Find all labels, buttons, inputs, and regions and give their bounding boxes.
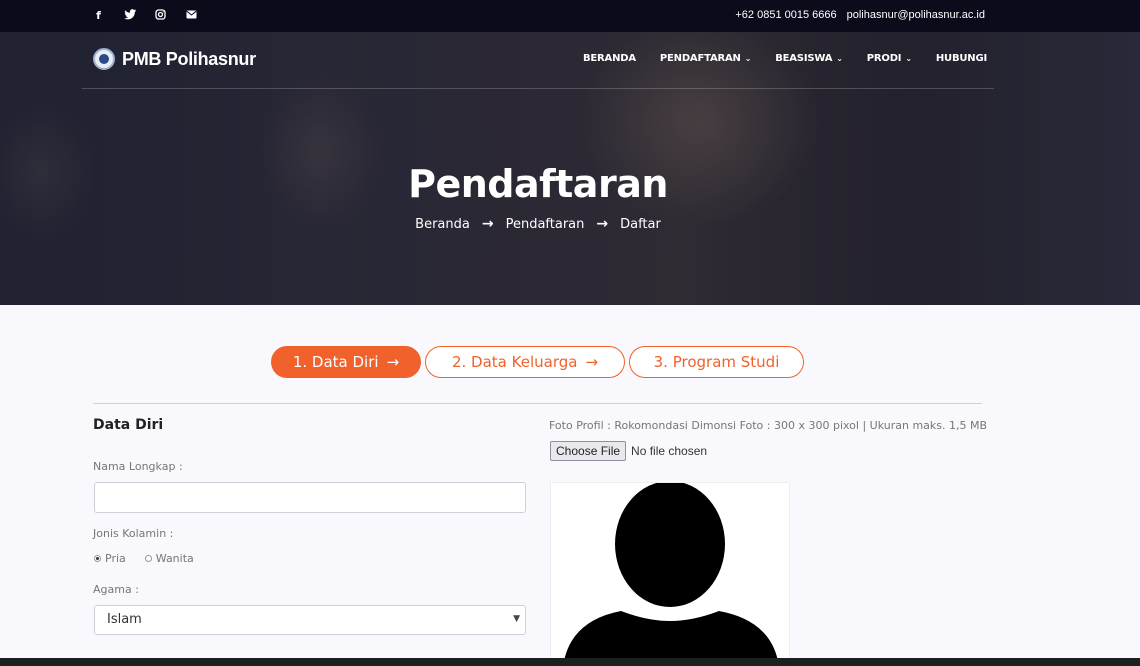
chevron-down-icon: ⌄ xyxy=(905,54,912,63)
radio-wanita[interactable]: Wanita xyxy=(144,552,194,565)
page-title: Pendaftaran xyxy=(408,162,668,206)
gender-radio-group: Pria Wanita xyxy=(94,552,194,565)
radio-button[interactable] xyxy=(144,555,152,562)
nav-item-label: PENDAFTARAN xyxy=(659,53,741,64)
agama-label: Agama : xyxy=(93,583,139,596)
top-bar: f +62 0851 0015 6666 polihasnur@polihasn… xyxy=(0,0,1140,33)
envelope-icon[interactable] xyxy=(185,9,198,22)
nav-item-beasiswa[interactable]: BEASISWA ⌄ xyxy=(775,53,843,64)
facebook-icon[interactable]: f xyxy=(92,9,105,22)
nav-item-beranda[interactable]: BERANDA xyxy=(583,53,636,64)
nav-item-prodi[interactable]: PRODI ⌄ xyxy=(867,53,912,64)
agama-select[interactable]: Islam ▼ xyxy=(94,605,526,635)
bottom-bar xyxy=(0,658,1140,666)
caret-down-icon: ▼ xyxy=(513,614,520,624)
profile-photo-preview xyxy=(550,482,790,666)
brand[interactable]: PMB Polihasnur xyxy=(93,48,256,70)
radio-label: Pria xyxy=(105,552,126,565)
breadcrumb: Beranda → Pendaftaran → Daftar xyxy=(0,216,1076,232)
arrow-right-icon: → xyxy=(585,353,599,371)
contact-info: +62 0851 0015 6666 polihasnur@polihasnur… xyxy=(735,9,985,21)
agama-value: Islam xyxy=(107,612,142,627)
form-steps: 1. Data Diri → 2. Data Keluarga → 3. Progr… xyxy=(271,346,804,378)
nav-item-label: HUBUNGI xyxy=(935,53,987,64)
radio-label: Wanita xyxy=(155,552,194,565)
logo-icon xyxy=(93,48,115,70)
step-label: 1. Data Diri xyxy=(292,353,379,371)
file-status: No file chosen xyxy=(631,444,708,458)
nav-item-label: PRODI xyxy=(866,53,902,64)
nav-item-hubungi[interactable]: HUBUNGI xyxy=(936,53,987,64)
avatar-placeholder-icon xyxy=(563,483,779,665)
nav-item-pendaftaran[interactable]: PENDAFTARAN ⌄ xyxy=(660,53,751,64)
step-label: 3. Program Studi xyxy=(653,353,780,371)
radio-pria[interactable]: Pria xyxy=(94,552,126,565)
step-program-studi[interactable]: 3. Program Studi xyxy=(629,346,804,378)
breadcrumb-daftar: Daftar xyxy=(620,216,661,232)
chevron-down-icon: ⌄ xyxy=(744,54,752,63)
arrow-right-icon: → xyxy=(596,216,609,232)
file-upload: Choose File No file chosen xyxy=(550,441,707,461)
step-data-keluarga[interactable]: 2. Data Keluarga → xyxy=(425,346,625,378)
social-links: f xyxy=(92,9,198,22)
step-data-diri[interactable]: 1. Data Diri → xyxy=(271,346,421,378)
nama-label: Nama Longkap : xyxy=(93,460,183,473)
hero-banner: PMB Polihasnur BERANDA PENDAFTARAN ⌄ BEAS… xyxy=(0,32,1140,305)
chevron-down-icon: ⌄ xyxy=(836,54,843,63)
phone-number: +62 0851 0015 6666 xyxy=(735,9,837,21)
nav-item-label: BERANDA xyxy=(583,53,636,64)
foto-profil-label: Foto Profil : Rokomondasi Dimonsi Foto :… xyxy=(549,419,988,432)
section-divider xyxy=(93,403,982,404)
breadcrumb-pendaftaran[interactable]: Pendaftaran xyxy=(506,217,585,232)
arrow-right-icon: → xyxy=(481,216,494,232)
brand-name: PMB Polihasnur xyxy=(122,48,256,69)
email-address[interactable]: polihasnur@polihasnur.ac.id xyxy=(847,9,985,21)
radio-button[interactable] xyxy=(94,555,101,562)
breadcrumb-beranda[interactable]: Beranda xyxy=(415,217,470,232)
jenis-kelamin-label: Jonis Kolamin : xyxy=(93,527,174,540)
nav-item-label: BEASISWA xyxy=(775,53,833,64)
twitter-icon[interactable] xyxy=(123,9,136,22)
step-label: 2. Data Keluarga xyxy=(451,353,578,371)
main-navbar: PMB Polihasnur BERANDA PENDAFTARAN ⌄ BEAS… xyxy=(82,32,994,89)
arrow-right-icon: → xyxy=(386,353,400,371)
nama-lengkap-input[interactable] xyxy=(94,482,526,513)
instagram-icon[interactable] xyxy=(154,9,167,22)
section-title: Data Diri xyxy=(93,417,164,433)
choose-file-button[interactable]: Choose File xyxy=(550,441,627,461)
nav-menu: BERANDA PENDAFTARAN ⌄ BEASISWA ⌄ PRODI ⌄ HU… xyxy=(583,53,987,64)
